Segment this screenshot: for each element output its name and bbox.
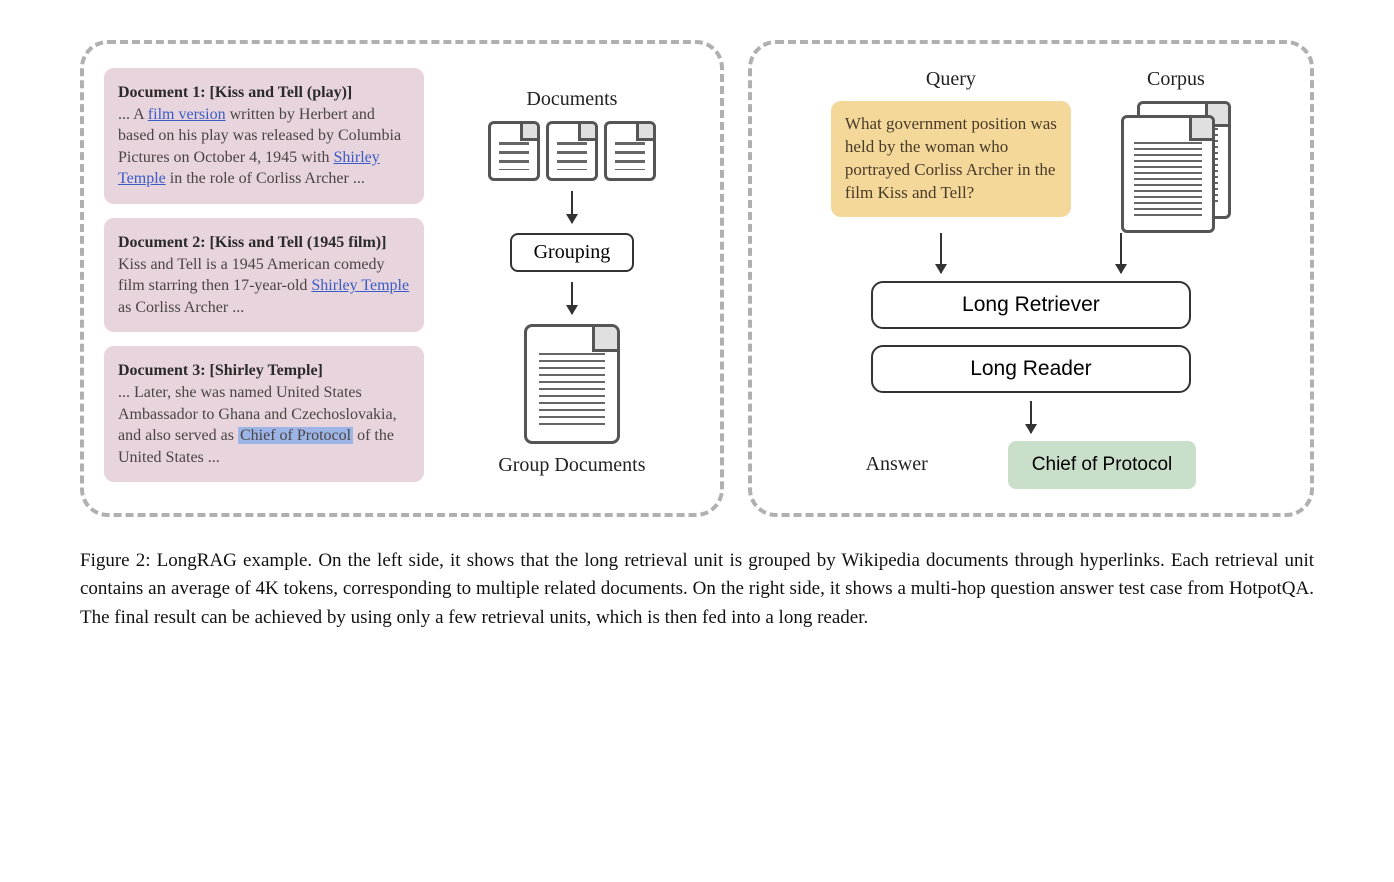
answer-row: Answer Chief of Protocol [866,441,1197,489]
doc-card-2: Document 2: [Kiss and Tell (1945 film)] … [104,218,424,332]
query-box: What government position was held by the… [831,101,1071,217]
doc-card-1: Document 1: [Kiss and Tell (play)] ... A… [104,68,424,204]
document-icon [1121,115,1215,233]
answer-chip: Chief of Protocol [1008,441,1196,489]
doc-card-3: Document 3: [Shirley Temple] ... Later, … [104,346,424,482]
doc1-text-pre: ... A [118,106,148,123]
figure-caption: Figure 2: LongRAG example. On the left s… [80,547,1314,633]
corpus-icon [1121,101,1231,233]
document-icons-row [488,121,656,181]
doc1-text-post: in the role of Corliss Archer ... [166,170,365,187]
doc3-highlight-answer: Chief of Protocol [238,427,353,444]
right-panel: Query What government position was held … [748,40,1314,517]
query-column: Query What government position was held … [831,68,1071,233]
documents-label: Documents [526,88,617,111]
arrow-down-icon [1120,233,1122,273]
doc3-title: Document 3: [Shirley Temple] [118,362,323,379]
grouped-document-icon [524,324,620,444]
query-label: Query [926,68,976,91]
corpus-label: Corpus [1147,68,1205,91]
grouping-box: Grouping [510,233,635,272]
right-bottom: Long Retriever Long Reader Answer Chief … [772,273,1290,489]
long-reader-box: Long Reader [871,345,1191,393]
arrow-down-icon [571,282,573,314]
document-icon [546,121,598,181]
long-retriever-box: Long Retriever [871,281,1191,329]
arrow-down-icon [940,233,942,273]
doc2-text-post: as Corliss Archer ... [118,299,244,316]
document-icon [488,121,540,181]
right-top-row: Query What government position was held … [772,68,1290,233]
right-arrows-row [851,233,1211,273]
document-cards: Document 1: [Kiss and Tell (play)] ... A… [104,68,424,489]
arrow-down-icon [1030,401,1032,433]
answer-label: Answer [866,453,928,476]
doc1-title: Document 1: [Kiss and Tell (play)] [118,84,352,101]
arrow-down-icon [571,191,573,223]
doc2-link-shirley-temple[interactable]: Shirley Temple [311,277,409,294]
document-icon [604,121,656,181]
group-documents-label: Group Documents [498,454,645,477]
corpus-column: Corpus [1121,68,1231,233]
left-diagram: Documents Grouping Group Documents [444,68,700,489]
left-panel: Document 1: [Kiss and Tell (play)] ... A… [80,40,724,517]
figure-panels: Document 1: [Kiss and Tell (play)] ... A… [80,40,1314,517]
doc2-title: Document 2: [Kiss and Tell (1945 film)] [118,234,386,251]
doc1-link-film-version[interactable]: film version [148,106,226,123]
